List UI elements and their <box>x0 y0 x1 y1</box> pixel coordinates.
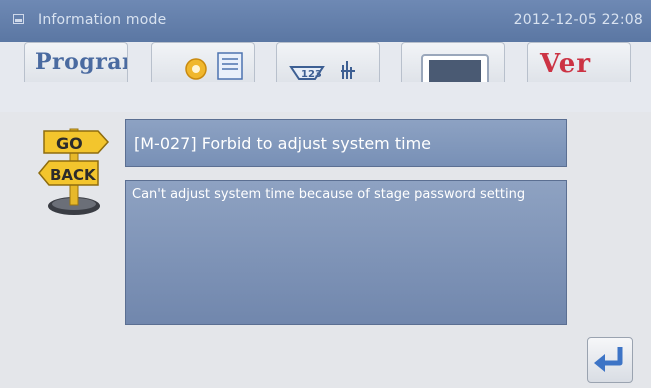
settings-button[interactable] <box>151 42 255 82</box>
datetime-display: 2012-12-05 22:08 <box>513 12 643 28</box>
signpost-back-label: BACK <box>50 166 97 184</box>
message-title-box: [M-027] Forbid to adjust system time <box>125 119 567 167</box>
counter-icon: 123 <box>289 61 355 80</box>
settings-icon <box>185 52 243 80</box>
version-button[interactable]: Ver <box>527 42 631 82</box>
message-title: [M-027] Forbid to adjust system time <box>134 134 431 153</box>
enter-arrow-icon <box>594 347 623 372</box>
enter-button[interactable] <box>587 337 633 383</box>
counter-button-label: 123 <box>301 69 322 80</box>
message-body-box: Can't adjust system time because of stag… <box>125 180 567 325</box>
monitor-icon <box>13 14 24 24</box>
program-button-label: Program <box>35 49 127 75</box>
signpost-go-label: GO <box>56 134 83 153</box>
display-icon <box>421 54 489 82</box>
counter-button[interactable]: 123 <box>276 42 380 82</box>
display-button[interactable] <box>401 42 505 82</box>
title-bar: Information mode 2012-12-05 22:08 <box>0 0 651 42</box>
message-body: Can't adjust system time because of stag… <box>132 187 526 202</box>
program-button[interactable]: Program <box>24 42 128 82</box>
version-button-label: Ver <box>540 49 592 79</box>
go-back-signpost-icon[interactable]: GO BACK <box>36 125 112 217</box>
window-title: Information mode <box>38 12 167 28</box>
